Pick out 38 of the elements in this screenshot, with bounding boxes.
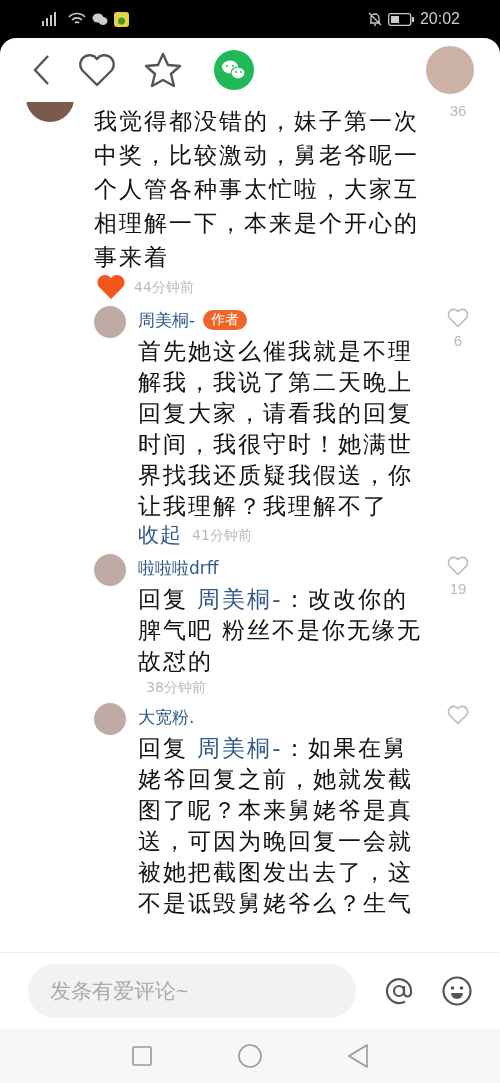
like-icon[interactable]	[447, 308, 469, 328]
recent-apps-icon[interactable]	[132, 1046, 152, 1066]
like-icon[interactable]	[447, 705, 469, 725]
chat-icon	[92, 12, 108, 26]
at-icon[interactable]	[384, 976, 414, 1006]
author-badge: 作者	[203, 310, 248, 330]
comment-text: 回复 周美桐-：改改你的脾气吧 粉丝不是你无缘无故怼的	[138, 585, 423, 676]
wechat-icon[interactable]	[214, 50, 254, 90]
heart-icon[interactable]	[78, 53, 116, 87]
comment-text: 首先她这么催我就是不理解我，我说了第二天晚上回复大家，请看我的回复时间，我很守时！她满世界找我还质疑我假送，你让我理解？我理解不了	[138, 337, 414, 521]
clock-time: 20:02	[419, 10, 460, 28]
mention-link[interactable]: 周美桐-	[197, 586, 283, 612]
comment-time: 44分钟前	[134, 278, 194, 297]
star-icon[interactable]	[144, 52, 182, 88]
like-count: 6	[453, 332, 463, 349]
username[interactable]: 周美桐-	[138, 308, 196, 332]
username[interactable]: 啦啦啦drff	[138, 556, 219, 580]
bell-off-icon	[367, 12, 382, 26]
like-count: 19	[449, 580, 467, 597]
comment-text: 我觉得都没错的，妹子第一次中奖，比较激动，舅老爷呢一个人管各种事太忙啦，大家互相理解一下，本来是个开心的事来着	[94, 107, 420, 272]
comment-input-field[interactable]: 发条有爱评论~	[28, 964, 356, 1018]
back-nav-icon[interactable]	[348, 1044, 368, 1068]
username[interactable]: 大宽粉.	[138, 705, 195, 729]
user-avatar[interactable]	[426, 46, 474, 94]
mention-link[interactable]: 周美桐-	[197, 735, 283, 761]
collapse-link[interactable]: 收起	[138, 522, 182, 548]
like-count: 36	[449, 102, 467, 119]
home-icon[interactable]	[238, 1044, 262, 1068]
like-icon[interactable]	[447, 556, 469, 576]
wifi-icon	[68, 12, 86, 26]
back-icon[interactable]	[32, 54, 50, 86]
battery-icon	[387, 12, 414, 26]
emoji-icon[interactable]	[442, 976, 472, 1006]
comment-time: 41分钟前	[192, 526, 252, 545]
app-icon	[114, 11, 129, 27]
comment-text: 回复 周美桐-：如果在舅姥爷回复之前，她就发截图了呢？本来舅姥爷是真送，可因为晚回复一会就被她把截图发出去了，这不是诋毁舅姥爷么？生气	[138, 734, 414, 918]
comment-time: 38分钟前	[146, 678, 206, 697]
heart-emoji-icon	[96, 274, 126, 300]
